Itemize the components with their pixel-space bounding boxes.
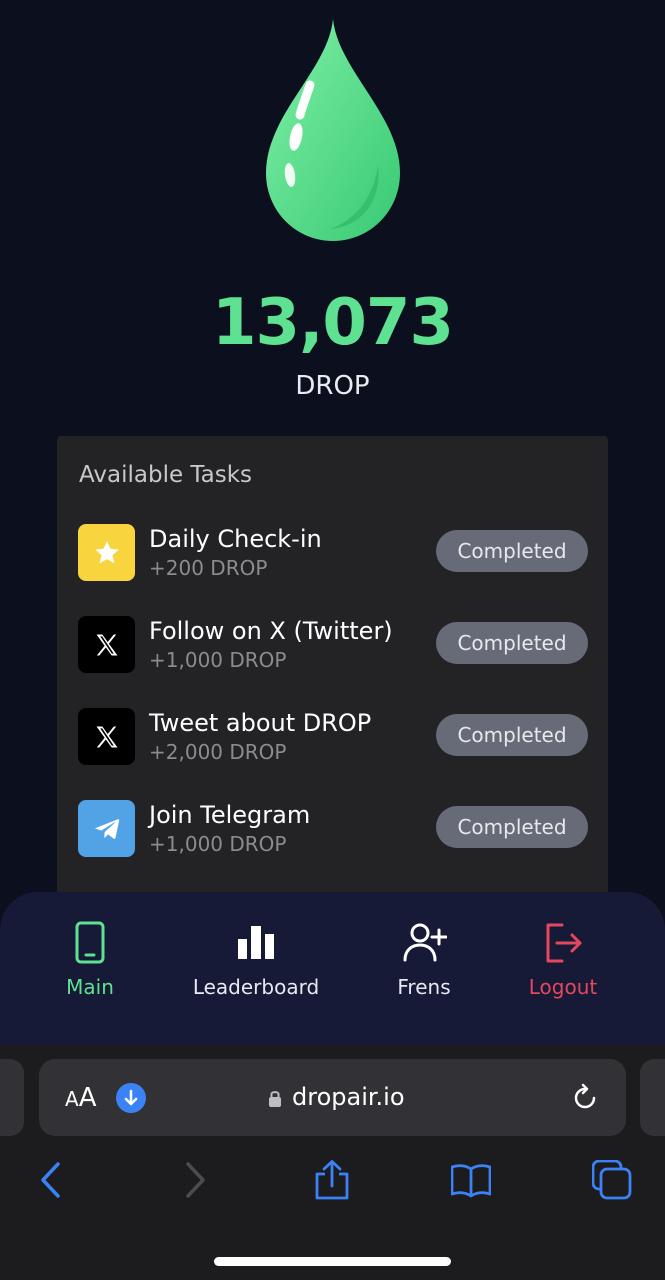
- page-settings-button[interactable]: AA: [65, 1081, 96, 1116]
- task-name: Daily Check-in: [149, 525, 322, 553]
- star-icon: [78, 524, 135, 581]
- next-tab-peek[interactable]: [640, 1059, 665, 1136]
- previous-tab-peek[interactable]: [0, 1059, 24, 1136]
- nav-item-logout[interactable]: Logout: [478, 920, 648, 1010]
- tasks-card: Available Tasks Daily Check-in +200 DROP…: [57, 436, 608, 906]
- nav-item-leaderboard[interactable]: Leaderboard: [171, 920, 341, 1010]
- task-item-telegram[interactable]: Join Telegram +1,000 DROP Completed: [78, 800, 588, 858]
- phone-icon: [75, 921, 105, 964]
- task-reward: +200 DROP: [149, 556, 268, 580]
- add-user-icon: [403, 923, 447, 962]
- bar-chart-icon: [238, 926, 274, 959]
- task-reward: +1,000 DROP: [149, 832, 287, 856]
- task-status-button[interactable]: Completed: [436, 530, 588, 572]
- x-logo-icon: [78, 708, 135, 765]
- task-name: Join Telegram: [149, 801, 311, 829]
- reload-icon[interactable]: [570, 1083, 600, 1113]
- logout-icon: [546, 923, 582, 963]
- nav-label-leaderboard: Leaderboard: [192, 975, 320, 999]
- url-text: dropair.io: [292, 1083, 405, 1111]
- bottom-nav: Main Leaderboard Frens Logout: [0, 892, 665, 1047]
- task-status-button[interactable]: Completed: [436, 714, 588, 756]
- task-status-button[interactable]: Completed: [436, 806, 588, 848]
- aa-small-letter: A: [65, 1087, 79, 1111]
- task-name: Follow on X (Twitter): [149, 617, 393, 645]
- nav-item-main[interactable]: Main: [5, 920, 175, 1010]
- balance-amount: 13,073: [212, 286, 454, 360]
- tasks-title: Available Tasks: [79, 462, 253, 488]
- forward-icon[interactable]: [175, 1160, 215, 1200]
- bookmarks-icon[interactable]: [451, 1160, 491, 1200]
- address-bar[interactable]: AA dropair.io: [39, 1059, 626, 1136]
- browser-toolbar: AA dropair.io: [0, 1045, 665, 1280]
- nav-label-main: Main: [66, 975, 114, 999]
- download-icon[interactable]: [116, 1083, 146, 1113]
- task-item-tweet[interactable]: Tweet about DROP +2,000 DROP Completed: [78, 708, 588, 766]
- task-reward: +1,000 DROP: [149, 648, 287, 672]
- tabs-icon[interactable]: [592, 1160, 632, 1200]
- task-status-button[interactable]: Completed: [436, 622, 588, 664]
- lock-icon: [269, 1091, 281, 1107]
- home-indicator[interactable]: [214, 1257, 451, 1266]
- share-icon[interactable]: [312, 1160, 352, 1200]
- back-icon[interactable]: [31, 1160, 71, 1200]
- x-logo-icon: [78, 616, 135, 673]
- task-item-daily-checkin[interactable]: Daily Check-in +200 DROP Completed: [78, 524, 588, 582]
- task-name: Tweet about DROP: [149, 709, 372, 737]
- telegram-icon: [78, 800, 135, 857]
- task-reward: +2,000 DROP: [149, 740, 287, 764]
- nav-label-logout: Logout: [528, 975, 598, 999]
- aa-large-letter: A: [78, 1083, 97, 1113]
- drop-logo-icon: [266, 19, 400, 241]
- balance-unit: DROP: [295, 371, 370, 401]
- task-item-follow-x[interactable]: Follow on X (Twitter) +1,000 DROP Comple…: [78, 616, 588, 674]
